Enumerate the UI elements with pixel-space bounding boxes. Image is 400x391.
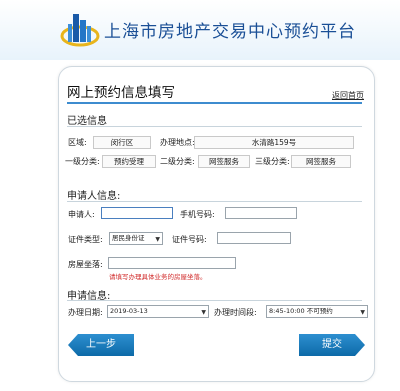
selected-info-heading: 已选信息 <box>67 116 107 127</box>
cat3-label: 三级分类: <box>255 157 290 166</box>
phone-input[interactable] <box>225 207 297 219</box>
id-number-input[interactable] <box>217 232 291 244</box>
selected-info-divider <box>67 126 362 127</box>
location-value: 水清路159号 <box>194 136 354 149</box>
applicant-name-label: 申请人: <box>68 210 95 219</box>
page-header: 上海市房地产交易中心预约平台 <box>0 0 400 60</box>
chevron-down-icon: ▼ <box>201 309 206 316</box>
building-logo-icon <box>60 14 100 47</box>
house-location-label: 房屋坐落: <box>68 260 103 269</box>
district-value: 闵行区 <box>93 136 151 149</box>
cat1-value: 预约受理 <box>102 155 156 168</box>
location-label: 办理地点: <box>160 138 195 147</box>
apply-info-divider <box>67 300 362 301</box>
date-selected: 2019-03-13 <box>110 307 148 315</box>
appointment-form-card: 网上预约信息填写 返回首页 已选信息 区域: 闵行区 办理地点: 水清路159号… <box>58 66 375 382</box>
time-slot-label: 办理时间段: <box>214 308 257 317</box>
date-label: 办理日期: <box>68 308 103 317</box>
phone-label: 手机号码: <box>180 210 215 219</box>
id-type-select[interactable]: 居民身份证 ▼ <box>109 232 163 245</box>
cat2-value: 网签服务 <box>198 155 250 168</box>
back-home-link[interactable]: 返回首页 <box>332 90 364 101</box>
house-location-hint: 请填写办理具体业务的房屋坐落。 <box>109 273 207 281</box>
prev-step-button[interactable]: 上一步 <box>68 334 134 356</box>
id-type-label: 证件类型: <box>68 235 103 244</box>
chevron-down-icon: ▼ <box>155 236 160 243</box>
title-divider <box>67 102 362 104</box>
id-number-label: 证件号码: <box>172 235 207 244</box>
district-label: 区域: <box>68 138 87 147</box>
form-title: 网上预约信息填写 <box>67 85 175 101</box>
cat2-label: 二级分类: <box>160 157 195 166</box>
time-slot-selected: 8:45-10:00 不可预约 <box>269 307 333 315</box>
submit-button[interactable]: 提交 <box>299 334 365 356</box>
applicant-info-heading: 申请人信息: <box>67 191 121 202</box>
applicant-name-input[interactable] <box>101 207 173 219</box>
date-select[interactable]: 2019-03-13 ▼ <box>107 305 209 318</box>
cat1-label: 一级分类: <box>65 157 100 166</box>
house-location-input[interactable] <box>108 257 236 269</box>
chevron-down-icon: ▼ <box>360 309 365 316</box>
cat3-value: 网签服务 <box>291 155 351 168</box>
id-type-selected: 居民身份证 <box>112 234 145 242</box>
applicant-info-divider <box>67 201 362 202</box>
site-title: 上海市房地产交易中心预约平台 <box>104 22 356 42</box>
time-slot-select[interactable]: 8:45-10:00 不可预约 ▼ <box>266 305 368 318</box>
